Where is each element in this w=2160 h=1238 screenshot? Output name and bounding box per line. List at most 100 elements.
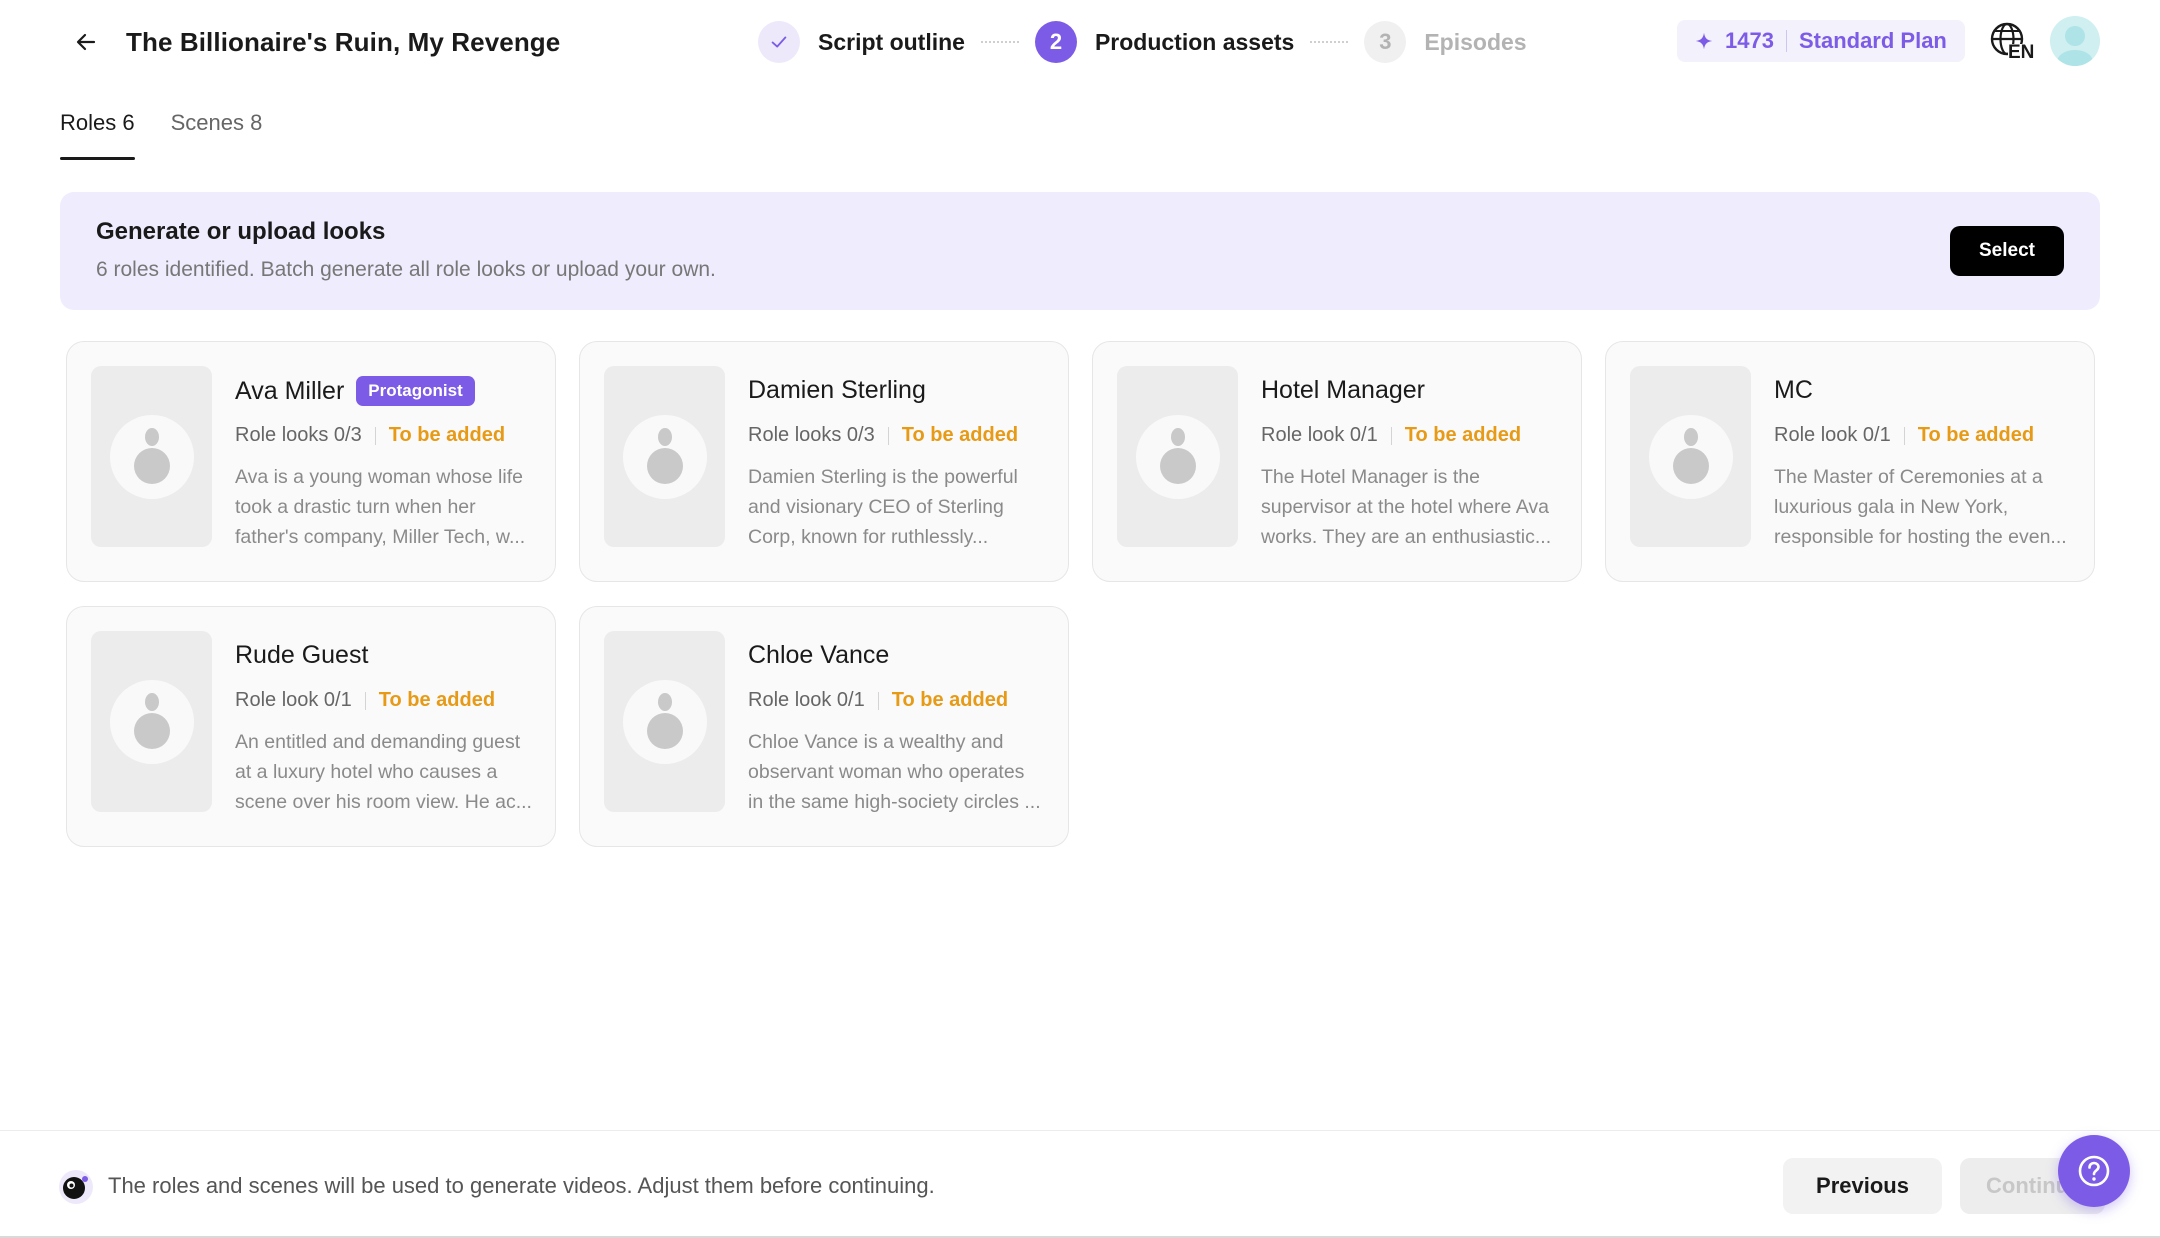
step-number: 3	[1364, 21, 1407, 63]
project-title: The Billionaire's Ruin, My Revenge	[126, 27, 561, 57]
role-thumbnail	[604, 631, 725, 812]
placeholder-person-icon	[1649, 415, 1733, 499]
placeholder-person-icon	[110, 415, 194, 499]
language-button[interactable]: EN	[1988, 20, 2034, 66]
step-production-assets[interactable]: 2 Production assets	[1034, 21, 1295, 63]
role-look-count: Role looks 0/3	[748, 424, 875, 446]
app-root: The Billionaire's Ruin, My Revenge Scrip…	[0, 0, 2160, 1238]
role-thumbnail	[604, 366, 725, 547]
role-name: Damien Sterling	[748, 376, 926, 404]
progress-stepper: Script outline 2 Production assets 3 Epi…	[758, 20, 1527, 64]
desc-line: supervisor at the hotel where Ava	[1261, 496, 1549, 518]
user-avatar[interactable]	[2050, 16, 2100, 66]
step-episodes[interactable]: 3 Episodes	[1364, 21, 1527, 63]
role-thumbnail	[91, 631, 212, 812]
back-button[interactable]	[66, 22, 106, 62]
role-look-count: Role look 0/1	[1774, 424, 1891, 446]
role-status: Role look 0/1 To be added	[748, 689, 1008, 712]
status-label: To be added	[891, 689, 1009, 711]
step-label: Script outline	[818, 28, 965, 55]
tab-roles[interactable]: Roles 6	[60, 108, 135, 160]
footer-message: The roles and scenes will be used to gen…	[108, 1173, 935, 1198]
assistant-logo-icon	[59, 1170, 93, 1204]
role-description: Chloe Vance is a wealthy and observant w…	[748, 727, 1046, 817]
role-status: Role looks 0/3 To be added	[748, 424, 1018, 447]
top-header: The Billionaire's Ruin, My Revenge Scrip…	[0, 0, 2160, 84]
desc-line: Damien Sterling is the powerful	[748, 466, 1018, 488]
desc-line: responsible for hosting the even...	[1774, 526, 2067, 548]
role-card[interactable]: MC Role look 0/1 To be added The Master …	[1605, 341, 2095, 582]
banner-subtitle: 6 roles identified. Batch generate all r…	[96, 258, 716, 281]
role-description: Ava is a young woman whose life took a d…	[235, 462, 533, 552]
placeholder-person-icon	[623, 680, 707, 764]
role-description: The Master of Ceremonies at a luxurious …	[1774, 462, 2072, 552]
desc-line: Ava is a young woman whose life	[235, 466, 523, 488]
role-card[interactable]: Chloe Vance Role look 0/1 To be added Ch…	[579, 606, 1069, 847]
desc-line: The Hotel Manager is the	[1261, 466, 1480, 488]
placeholder-person-icon	[110, 680, 194, 764]
status-label: To be added	[388, 424, 506, 446]
plan-name: Standard Plan	[1798, 28, 1947, 53]
desc-line: Chloe Vance is a wealthy and	[748, 731, 1004, 753]
divider	[1785, 30, 1787, 52]
role-thumbnail	[1117, 366, 1238, 547]
desc-line: The Master of Ceremonies at a	[1774, 466, 2043, 488]
role-thumbnail	[91, 366, 212, 547]
role-name: Ava Miller	[235, 376, 345, 405]
role-status: Role looks 0/3 To be added	[235, 424, 505, 447]
help-button[interactable]	[2058, 1135, 2130, 1207]
role-description: The Hotel Manager is the supervisor at t…	[1261, 462, 1559, 552]
check-icon	[771, 36, 787, 48]
previous-button[interactable]: Previous	[1783, 1158, 1942, 1214]
role-name: MC	[1774, 376, 1813, 404]
role-look-count: Role look 0/1	[748, 689, 865, 711]
step-number: 2	[1034, 21, 1077, 63]
protagonist-badge: Protagonist	[356, 376, 475, 406]
status-label: To be added	[1917, 424, 2035, 446]
step-label: Episodes	[1424, 28, 1527, 55]
desc-line: Corp, known for ruthlessly...	[748, 526, 989, 548]
desc-line: scene over his room view. He ac...	[235, 791, 532, 813]
bottom-action-bar: The roles and scenes will be used to gen…	[0, 1130, 2160, 1238]
role-card[interactable]: Ava Miller Protagonist Role looks 0/3 To…	[66, 341, 556, 582]
step-label: Production assets	[1094, 28, 1295, 55]
sparkle-icon	[1695, 32, 1713, 50]
status-label: To be added	[901, 424, 1019, 446]
role-card[interactable]: Damien Sterling Role looks 0/3 To be add…	[579, 341, 1069, 582]
question-circle-icon	[2078, 1155, 2110, 1187]
role-description: An entitled and demanding guest at a lux…	[235, 727, 533, 817]
step-connector	[980, 41, 1019, 43]
desc-line: in the same high-society circles ...	[748, 791, 1041, 813]
role-status: Role look 0/1 To be added	[1261, 424, 1521, 447]
role-card[interactable]: Rude Guest Role look 0/1 To be added An …	[66, 606, 556, 847]
generate-looks-banner: Generate or upload looks 6 roles identif…	[60, 192, 2100, 310]
desc-line: luxurious gala in New York,	[1774, 496, 2009, 518]
placeholder-person-icon	[1136, 415, 1220, 499]
placeholder-person-icon	[623, 415, 707, 499]
desc-line: took a drastic turn when her	[235, 496, 476, 518]
credits-count: 1473	[1725, 28, 1774, 53]
desc-line: works. They are an enthusiastic...	[1261, 526, 1552, 548]
select-button[interactable]: Select	[1950, 226, 2064, 276]
role-card[interactable]: Hotel Manager Role look 0/1 To be added …	[1092, 341, 1582, 582]
asset-tabs: Roles 6 Scenes 8	[60, 108, 298, 160]
role-description: Damien Sterling is the powerful and visi…	[748, 462, 1046, 552]
desc-line: and visionary CEO of Sterling	[748, 496, 1004, 518]
banner-title: Generate or upload looks	[96, 218, 386, 245]
role-look-count: Role looks 0/3	[235, 424, 362, 446]
language-code: EN	[2008, 42, 2035, 63]
role-status: Role look 0/1 To be added	[1774, 424, 2034, 447]
role-name: Hotel Manager	[1261, 376, 1425, 404]
arrow-left-icon	[76, 33, 96, 51]
tab-scenes[interactable]: Scenes 8	[171, 108, 263, 160]
desc-line: at a luxury hotel who causes a	[235, 761, 498, 783]
role-thumbnail	[1630, 366, 1751, 547]
status-label: To be added	[1404, 424, 1522, 446]
role-name: Rude Guest	[235, 641, 369, 669]
step-script-outline[interactable]: Script outline	[758, 21, 965, 63]
role-look-count: Role look 0/1	[1261, 424, 1378, 446]
credits-plan-badge[interactable]: 1473 Standard Plan	[1677, 20, 1965, 62]
role-status: Role look 0/1 To be added	[235, 689, 495, 712]
step-done-circle	[758, 21, 800, 63]
desc-line: father's company, Miller Tech, w...	[235, 526, 526, 548]
